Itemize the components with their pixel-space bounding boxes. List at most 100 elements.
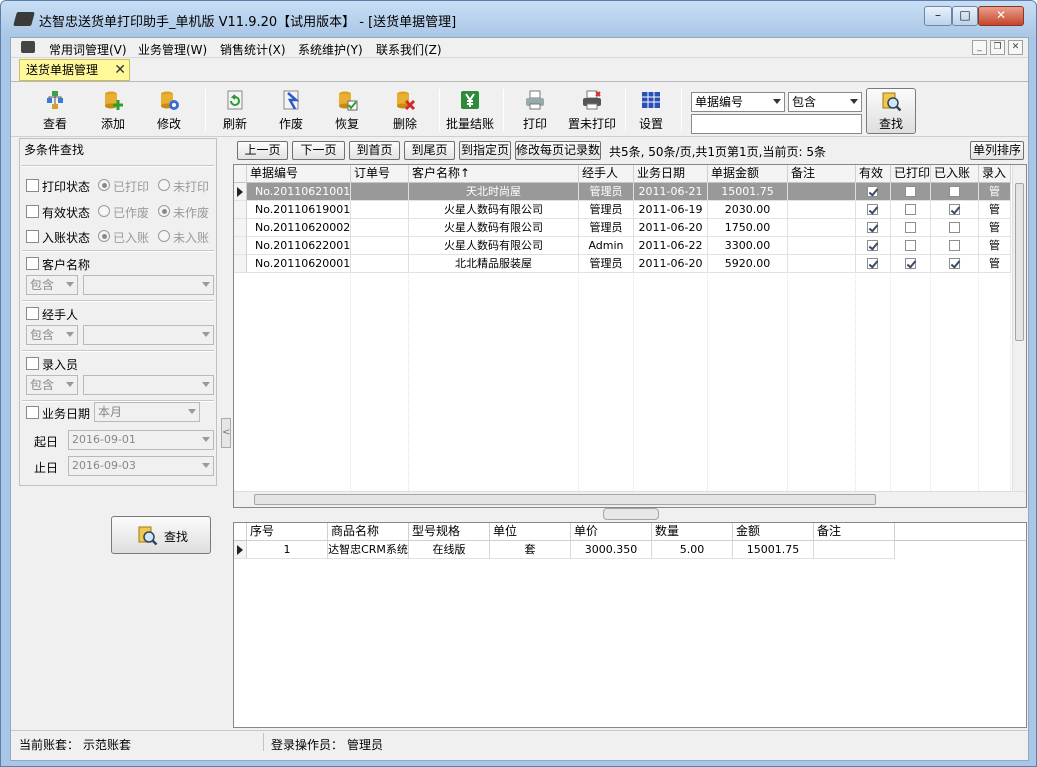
orders-col-header[interactable]: 有效 xyxy=(856,165,891,183)
table-row[interactable]: No.20110621001 天北时尚屋 管理员 2011-06-21 15001.75… xyxy=(247,183,1011,201)
restore-button[interactable]: 恢复 xyxy=(325,87,369,135)
handler-value-select[interactable] xyxy=(83,325,214,345)
table-row[interactable]: No.20110620002 火星人数码有限公司 管理员 2011-06-20 1750… xyxy=(247,219,1011,237)
row-header[interactable] xyxy=(234,183,247,201)
void-button[interactable]: 作废 xyxy=(269,87,313,135)
print-button[interactable]: 打印 xyxy=(513,87,557,135)
cell-checkbox[interactable] xyxy=(949,186,960,197)
detail-col-header[interactable]: 序号 xyxy=(247,523,328,541)
valid-status-checkbox[interactable] xyxy=(26,205,39,218)
last-page-button[interactable]: 到尾页 xyxy=(404,141,455,160)
prev-page-button[interactable]: 上一页 xyxy=(237,141,288,160)
customer-value-select[interactable] xyxy=(83,275,214,295)
start-date-picker[interactable]: 2016-09-01 xyxy=(68,430,214,450)
batch-settle-button[interactable]: 批量结账 xyxy=(443,87,497,135)
mdi-minimize-button[interactable]: _ xyxy=(972,40,987,55)
search-op-select[interactable]: 包含 xyxy=(788,92,862,112)
detail-col-header[interactable]: 备注 xyxy=(814,523,895,541)
row-header[interactable] xyxy=(234,541,247,559)
cell-checkbox[interactable] xyxy=(949,240,960,251)
orders-col-header[interactable]: 已打印 xyxy=(891,165,931,183)
mdi-close-button[interactable]: ✕ xyxy=(1008,40,1023,55)
set-unprinted-button[interactable]: 置未打印 xyxy=(565,87,619,135)
cell-checkbox[interactable] xyxy=(905,240,916,251)
add-button[interactable]: 添加 xyxy=(91,87,135,135)
unbooked-radio[interactable] xyxy=(158,230,170,242)
settings-button[interactable]: 设置 xyxy=(629,87,673,135)
voided-radio[interactable] xyxy=(98,205,110,217)
search-field-select[interactable]: 单据编号 xyxy=(691,92,785,112)
cell-checkbox[interactable] xyxy=(949,222,960,233)
refresh-button[interactable]: 刷新 xyxy=(213,87,257,135)
menu-maintenance[interactable]: 系统维护(Y) xyxy=(298,41,363,58)
view-button[interactable]: 查看 xyxy=(33,87,77,135)
orders-col-header[interactable]: 单据金额 xyxy=(708,165,788,183)
recorder-op-select[interactable]: 包含 xyxy=(26,375,78,395)
cell-checkbox[interactable] xyxy=(867,258,878,269)
customer-checkbox[interactable] xyxy=(26,257,39,270)
end-date-picker[interactable]: 2016-09-03 xyxy=(68,456,214,476)
goto-page-button[interactable]: 到指定页 xyxy=(459,141,511,160)
row-header[interactable] xyxy=(234,219,247,237)
cell-checkbox[interactable] xyxy=(867,240,878,251)
cell-checkbox[interactable] xyxy=(905,222,916,233)
date-period-select[interactable]: 本月 xyxy=(94,402,200,422)
cell-checkbox[interactable] xyxy=(905,258,916,269)
orders-col-header[interactable]: 订单号 xyxy=(351,165,409,183)
orders-col-header[interactable]: 经手人 xyxy=(579,165,634,183)
collapse-panel-handle[interactable]: < xyxy=(221,418,231,448)
cell-checkbox[interactable] xyxy=(905,204,916,215)
date-checkbox[interactable] xyxy=(26,406,39,419)
menu-business[interactable]: 业务管理(W) xyxy=(138,41,207,58)
cell-checkbox[interactable] xyxy=(905,186,916,197)
toolbar-search-button[interactable]: 查找 xyxy=(866,88,916,134)
booked-radio[interactable] xyxy=(98,230,110,242)
table-row[interactable]: No.20110619001 火星人数码有限公司 管理员 2011-06-19 2030… xyxy=(247,201,1011,219)
filter-search-button[interactable]: 查找 xyxy=(111,516,211,554)
table-row[interactable]: No.20110620001 北北精品服装屋 管理员 2011-06-20 5920.0… xyxy=(247,255,1011,273)
minimize-button[interactable]: – xyxy=(924,6,952,26)
handler-op-select[interactable]: 包含 xyxy=(26,325,78,345)
cell-checkbox[interactable] xyxy=(867,222,878,233)
print-status-checkbox[interactable] xyxy=(26,179,39,192)
cell-checkbox[interactable] xyxy=(867,204,878,215)
detail-col-header[interactable]: 单位 xyxy=(490,523,571,541)
row-header[interactable] xyxy=(234,201,247,219)
maximize-button[interactable]: □ xyxy=(952,6,978,26)
detail-col-header[interactable]: 商品名称 xyxy=(328,523,409,541)
orders-col-header[interactable]: 单据编号 xyxy=(247,165,351,183)
row-header[interactable] xyxy=(234,237,247,255)
recorder-value-select[interactable] xyxy=(83,375,214,395)
grid-splitter-handle[interactable] xyxy=(603,508,659,520)
detail-col-header[interactable]: 数量 xyxy=(652,523,733,541)
search-input[interactable] xyxy=(691,114,862,134)
edit-button[interactable]: 修改 xyxy=(147,87,191,135)
menu-statistics[interactable]: 销售统计(X) xyxy=(220,41,286,58)
tab-close-icon[interactable]: ✕ xyxy=(114,60,126,80)
handler-checkbox[interactable] xyxy=(26,307,39,320)
row-header[interactable] xyxy=(234,255,247,273)
horizontal-scrollbar[interactable] xyxy=(234,491,1026,507)
vertical-scrollbar-thumb[interactable] xyxy=(1015,183,1024,341)
vertical-scrollbar[interactable] xyxy=(1012,165,1026,491)
tab-delivery-management[interactable]: 送货单据管理 ✕ xyxy=(19,59,130,81)
not-voided-radio[interactable] xyxy=(158,205,170,217)
next-page-button[interactable]: 下一页 xyxy=(292,141,345,160)
orders-grid[interactable]: 单据编号 订单号 客户名称↑ 经手人 业务日期 单据金额 备注 有效 已打印 已入账 录入 No.2… xyxy=(233,164,1027,508)
recorder-checkbox[interactable] xyxy=(26,357,39,370)
detail-col-header[interactable]: 单价 xyxy=(571,523,652,541)
delete-button[interactable]: 删除 xyxy=(383,87,427,135)
account-status-checkbox[interactable] xyxy=(26,230,39,243)
orders-col-header[interactable]: 备注 xyxy=(788,165,856,183)
cell-checkbox[interactable] xyxy=(949,204,960,215)
orders-col-header[interactable]: 已入账 xyxy=(931,165,979,183)
table-row[interactable]: 1 达智忠CRM系统 在线版套 3000.350 5.00 15001.75 xyxy=(247,541,895,559)
sort-button[interactable]: 单列排序 xyxy=(970,141,1024,160)
orders-col-header[interactable]: 录入 xyxy=(979,165,1011,183)
orders-col-header[interactable]: 业务日期 xyxy=(634,165,708,183)
menu-common-words[interactable]: 常用词管理(V) xyxy=(49,41,127,58)
cell-checkbox[interactable] xyxy=(949,258,960,269)
menu-contact[interactable]: 联系我们(Z) xyxy=(376,41,442,58)
first-page-button[interactable]: 到首页 xyxy=(349,141,400,160)
orders-col-header[interactable]: 客户名称↑ xyxy=(409,165,579,183)
